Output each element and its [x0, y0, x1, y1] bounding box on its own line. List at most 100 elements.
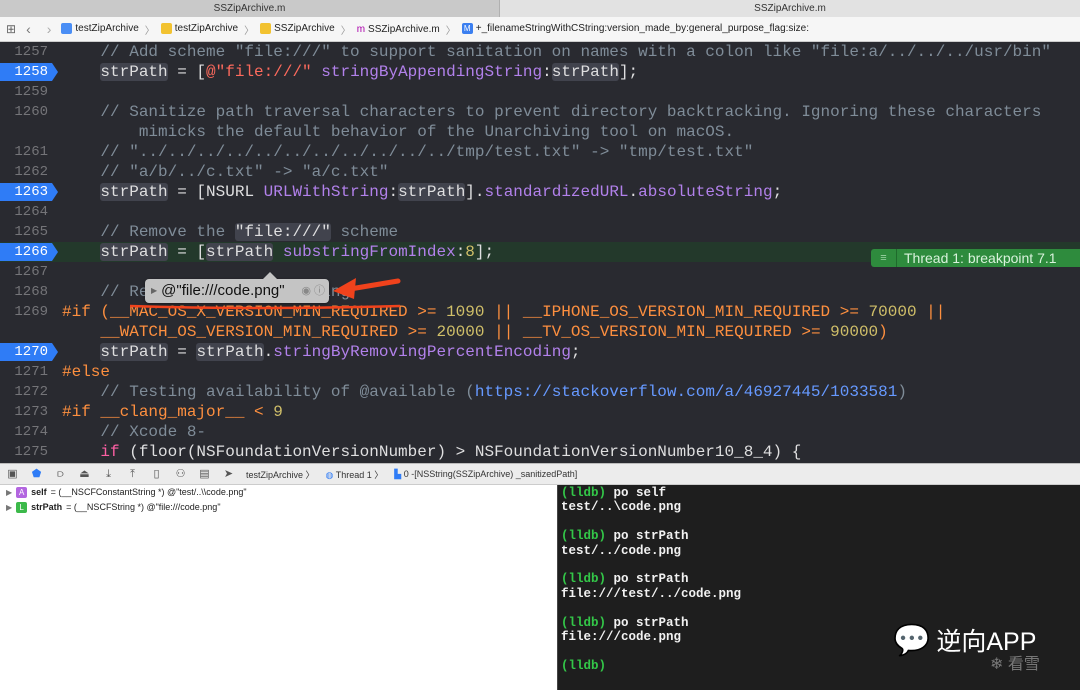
token-pl: . [263, 343, 274, 361]
environment-overrides-icon[interactable]: ▤ [198, 468, 211, 480]
simulate-location-icon[interactable]: ➤ [222, 468, 235, 480]
frame-icon: ▙ [394, 468, 402, 479]
line-number[interactable]: 1270 [0, 342, 48, 362]
line-number[interactable]: 1269 [0, 302, 48, 322]
code-line[interactable]: mimicks the default behavior of the Unar… [0, 122, 1080, 142]
breakpoints-toggle-icon[interactable]: ⬟ [30, 468, 43, 480]
disclosure-triangle-icon[interactable]: ▶ [151, 286, 157, 295]
line-number[interactable]: 1262 [0, 162, 48, 182]
console-text: test/..\code.png [561, 500, 682, 515]
hide-debug-area-icon[interactable]: ▣ [6, 468, 19, 480]
variable-row[interactable]: ▶ LstrPath = (__NSCFString *) @"file:///co… [0, 500, 557, 515]
line-number[interactable]: 1272 [0, 382, 48, 402]
disclosure-triangle-icon[interactable]: ▶ [6, 500, 12, 515]
line-number[interactable]: 1263 [0, 182, 48, 202]
token-var: strPath [551, 63, 619, 81]
code-line[interactable]: 1258 strPath = [@"file:///" stringByAppe… [0, 62, 1080, 82]
debug-thread[interactable]: ◍ Thread 1 〉 [326, 468, 384, 481]
code-text: strPath = [NSURL URLWithString:strPath].… [62, 182, 782, 202]
code-line[interactable]: 1260 // Sanitize path traversal characte… [0, 102, 1080, 122]
token-pl: : [542, 63, 552, 81]
console-text: file:///test/../code.png [561, 586, 742, 601]
code-line[interactable]: 1273 #if __clang_major__ < 9 [0, 402, 1080, 422]
tab-sszip-active[interactable]: SSZipArchive.m [0, 0, 500, 17]
view-debugger-icon[interactable]: ▯ [150, 468, 163, 480]
token-meth: stringByRemovingPercentEncoding [273, 343, 571, 361]
line-number[interactable]: 1260 [0, 102, 48, 122]
debug-frame[interactable]: ▙ 0 -[NSString(SSZipArchive) _sanitizedP… [394, 469, 577, 480]
token-pl: . [628, 183, 639, 201]
memory-graph-icon[interactable]: ⚇ [174, 468, 187, 480]
token-pl: = [167, 343, 197, 361]
code-text: // "a/b/../c.txt" -> "a/c.txt" [62, 162, 388, 182]
back-icon[interactable]: ‹ [26, 21, 31, 37]
token-pl: = [ [167, 63, 207, 81]
token-pl: ; [570, 343, 581, 361]
step-over-icon[interactable]: ⏏ [78, 468, 91, 480]
token-pl: = [ [167, 243, 207, 261]
line-number[interactable]: 1274 [0, 422, 48, 442]
line-number[interactable]: 1275 [0, 442, 48, 462]
info-icon[interactable]: ⓘ [314, 285, 325, 297]
variable-kind-badge: A [16, 487, 28, 498]
line-number[interactable]: 1265 [0, 222, 48, 242]
step-into-icon[interactable]: ⤓ [102, 468, 115, 480]
token-com: mimicks the default behavior of the Unar… [62, 123, 735, 141]
tab-sszip-other[interactable]: SSZipArchive.m [500, 0, 1080, 17]
eye-icon[interactable]: ◉ [301, 285, 311, 297]
forward-icon[interactable]: › [47, 21, 52, 37]
token-meth: URLWithString [263, 183, 389, 201]
token-pl: ]. [465, 183, 485, 201]
code-line[interactable]: 1271 #else [0, 362, 1080, 382]
line-number[interactable]: 1258 [0, 62, 48, 82]
objc-file-icon: m [356, 23, 366, 35]
debug-target[interactable]: testZipArchive 〉 [246, 468, 315, 481]
code-line[interactable]: 1275 if (floor(NSFoundationVersionNumber… [0, 442, 1080, 462]
code-line[interactable]: 1257 // Add scheme "file:///" to support… [0, 42, 1080, 62]
line-number[interactable]: 1267 [0, 262, 48, 282]
code-line[interactable]: 1261 // "../../../../../../../../../../.… [0, 142, 1080, 162]
code-line[interactable]: 1259 [0, 82, 1080, 102]
token-pp: __WATCH_OS_VERSION_MIN_REQUIRED >= [62, 323, 437, 341]
code-line[interactable]: __WATCH_OS_VERSION_MIN_REQUIRED >= 20000… [0, 322, 1080, 342]
line-number[interactable]: 1257 [0, 42, 48, 62]
grid-icon[interactable]: ⊞ [6, 22, 16, 36]
line-number[interactable]: 1259 [0, 82, 48, 102]
variable-row[interactable]: ▶ Aself = (__NSCFConstantString *) @"test/… [0, 485, 557, 500]
line-number[interactable]: 1266 [0, 242, 48, 262]
line-number[interactable]: 1271 [0, 362, 48, 382]
code-line[interactable]: 1274 // Xcode 8- [0, 422, 1080, 442]
breadcrumb-method[interactable]: M +_filenameStringWithCString:version_mad… [461, 23, 809, 35]
token-pp: #else [62, 363, 111, 381]
code-text: __WATCH_OS_VERSION_MIN_REQUIRED >= 20000… [62, 322, 888, 342]
token-pl: ; [772, 183, 783, 201]
token-num: 90000 [830, 323, 879, 341]
code-line[interactable]: 1262 // "a/b/../c.txt" -> "a/c.txt" [0, 162, 1080, 182]
code-line[interactable]: 1265 // Remove the "file:///" scheme [0, 222, 1080, 242]
continue-icon[interactable]: ⫐ [54, 468, 67, 480]
line-number[interactable]: 1273 [0, 402, 48, 422]
code-text: // Sanitize path traversal characters to… [62, 102, 1041, 122]
code-line[interactable]: 1264 [0, 202, 1080, 222]
token-pp: ) [878, 323, 888, 341]
code-line[interactable]: 1270 strPath = strPath.stringByRemovingP… [0, 342, 1080, 362]
code-text: strPath = [@"file:///" stringByAppending… [62, 62, 638, 82]
line-number[interactable]: 1261 [0, 142, 48, 162]
code-line[interactable]: 1269 #if (__MAC_OS_X_VERSION_MIN_REQUIRED… [0, 302, 1080, 322]
breadcrumb-folder-2[interactable]: SSZipArchive [260, 23, 335, 35]
breadcrumb-folder-1[interactable]: testZipArchive [160, 23, 238, 35]
code-line[interactable]: 1272 // Testing availability of @availab… [0, 382, 1080, 402]
code-line[interactable]: 1263 strPath = [NSURL URLWithString:strP… [0, 182, 1080, 202]
step-out-icon[interactable]: ⤒ [126, 468, 139, 480]
annotation-label: Thread 1: breakpoint 7.1 [904, 250, 1057, 266]
breakpoint-annotation: ≡ Thread 1: breakpoint 7.1 [871, 249, 1080, 267]
line-number[interactable]: 1264 [0, 202, 48, 222]
breadcrumb-file[interactable]: m SSZipArchive.m [357, 24, 440, 35]
variable-quicklook-popover[interactable]: ▶ @"file:///code.png" ◉ ⓘ [145, 272, 329, 303]
watermark-sub: ❄ 看雪 [990, 650, 1040, 674]
line-number[interactable]: 1268 [0, 282, 48, 302]
breadcrumb-project[interactable]: testZipArchive [61, 23, 139, 35]
disclosure-triangle-icon[interactable]: ▶ [6, 485, 12, 500]
